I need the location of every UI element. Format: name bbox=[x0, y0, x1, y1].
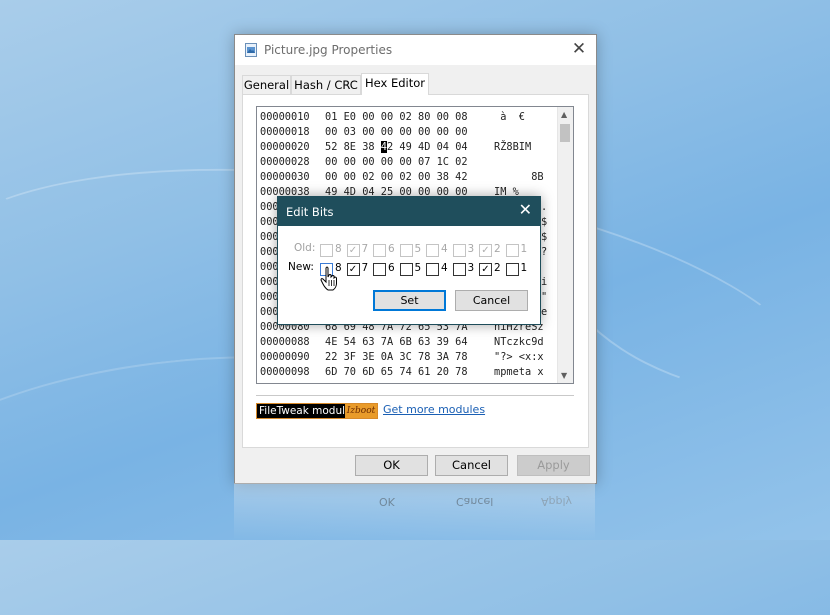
new-bit-3-checkbox[interactable] bbox=[452, 263, 466, 276]
filetweak-module-badge[interactable]: FileTweak module Izboot bbox=[256, 403, 378, 419]
hex-bytes[interactable]: 01 E0 00 00 02 80 00 08 bbox=[325, 110, 468, 125]
reflection-ok: OK bbox=[379, 495, 395, 508]
old-bit-label: 6 bbox=[388, 243, 395, 255]
old-bit-7-checkbox: ✓ bbox=[346, 244, 360, 257]
edit-bits-dialog: Edit Bits ✕ Old: New: 8 ✓ 7 6 5 4 3 ✓ 2 1 8 ✓ 7 6 5 4 3 ✓… bbox=[277, 196, 541, 325]
old-bit-2-checkbox: ✓ bbox=[479, 244, 492, 257]
hex-offset: 00000090 bbox=[260, 351, 310, 363]
dialog-titlebar[interactable]: Edit Bits ✕ bbox=[278, 197, 540, 226]
new-bit-2-checkbox[interactable]: ✓ bbox=[479, 263, 492, 276]
hex-ascii-fragment: . bbox=[541, 201, 548, 213]
hex-offset: 00000088 bbox=[260, 336, 310, 348]
old-bit-label: 7 bbox=[361, 243, 369, 255]
hex-ascii-fragment: " bbox=[541, 291, 548, 303]
new-bit-6-checkbox[interactable] bbox=[373, 263, 386, 276]
window-reflection: OK Cancel Apply bbox=[234, 483, 595, 540]
old-bit-label: 8 bbox=[335, 243, 342, 255]
ok-button[interactable]: OK bbox=[355, 455, 428, 476]
new-bit-5-checkbox[interactable] bbox=[399, 263, 413, 276]
hex-bytes[interactable]: 00 03 00 00 00 00 00 00 bbox=[325, 125, 468, 140]
old-bit-label: 2 bbox=[494, 243, 501, 255]
hex-bytes-after: 2 49 4D 04 04 bbox=[387, 141, 468, 153]
hex-ascii-fragment: $ bbox=[541, 231, 548, 243]
hex-offset: 00000018 bbox=[260, 126, 310, 138]
hex-ascii-fragment: ? bbox=[541, 246, 548, 258]
hex-bytes[interactable]: 22 3F 3E 0A 3C 78 3A 78 bbox=[325, 350, 468, 365]
old-bit-6-checkbox bbox=[373, 244, 386, 257]
image-file-icon bbox=[245, 43, 257, 57]
vertical-scrollbar[interactable]: ▲ ▼ bbox=[557, 107, 573, 383]
dialog-title: Edit Bits bbox=[286, 205, 334, 219]
scrollbar-thumb[interactable] bbox=[560, 124, 570, 142]
old-bit-label: 1 bbox=[520, 243, 528, 255]
old-bit-label: 4 bbox=[441, 243, 448, 255]
new-bit-label: 4 bbox=[441, 262, 448, 274]
hex-ascii-fragment: i bbox=[541, 276, 548, 288]
close-icon[interactable]: ✕ bbox=[570, 40, 588, 58]
hex-ascii: à € bbox=[494, 111, 525, 123]
new-bit-label: 7 bbox=[361, 262, 369, 274]
scroll-up-arrow-icon[interactable]: ▲ bbox=[561, 110, 567, 119]
reflection-apply: Apply bbox=[541, 495, 573, 508]
get-more-modules-link[interactable]: Get more modules bbox=[383, 403, 485, 417]
dialog-body: Old: New: 8 ✓ 7 6 5 4 3 ✓ 2 1 8 ✓ 7 6 5 4 3 ✓ 2 1 Set Cance… bbox=[278, 226, 540, 324]
window-title: Picture.jpg Properties bbox=[264, 43, 393, 57]
hex-ascii: mpmeta x bbox=[494, 366, 544, 378]
old-bit-label: 3 bbox=[467, 243, 475, 255]
hex-bytes[interactable]: 00 00 02 00 02 00 38 42 bbox=[325, 170, 468, 185]
new-label: New: bbox=[288, 261, 314, 273]
tab-hex-editor[interactable]: Hex Editor bbox=[361, 73, 429, 95]
hex-ascii-fragment: $ bbox=[541, 216, 548, 228]
hex-offset: 00000028 bbox=[260, 156, 310, 168]
hex-bytes[interactable]: 52 8E 38 42 49 4D 04 04 bbox=[325, 140, 468, 155]
new-bit-label: 1 bbox=[520, 262, 528, 274]
hex-ascii: 8B bbox=[494, 171, 544, 183]
hex-bytes-before: 52 8E 38 bbox=[325, 141, 381, 153]
hex-ascii: RŽ8BIM bbox=[494, 141, 532, 153]
set-button[interactable]: Set bbox=[373, 290, 446, 311]
old-bit-5-checkbox bbox=[399, 244, 413, 257]
tab-hash-crc[interactable]: Hash / CRC bbox=[291, 75, 361, 94]
dialog-cancel-button[interactable]: Cancel bbox=[455, 290, 528, 311]
hex-bytes[interactable]: 6D 70 6D 65 74 61 20 78 bbox=[325, 365, 468, 380]
badge-text: FileTweak module bbox=[259, 405, 352, 417]
cancel-button[interactable]: Cancel bbox=[435, 455, 508, 476]
hex-offset: 00000098 bbox=[260, 366, 310, 378]
old-label: Old: bbox=[294, 242, 316, 254]
new-bit-4-checkbox[interactable] bbox=[426, 263, 439, 276]
scroll-down-arrow-icon[interactable]: ▼ bbox=[561, 371, 567, 380]
reflection-cancel: Cancel bbox=[456, 495, 494, 508]
brand-logo: Izboot bbox=[345, 404, 377, 418]
hex-offset: 00000030 bbox=[260, 171, 310, 183]
hex-offset: 00000010 bbox=[260, 111, 310, 123]
window-titlebar[interactable]: Picture.jpg Properties ✕ bbox=[235, 35, 596, 65]
new-bit-label: 6 bbox=[388, 262, 395, 274]
old-bit-3-checkbox bbox=[452, 244, 466, 257]
hex-bytes[interactable]: 00 00 00 00 00 07 1C 02 bbox=[325, 155, 468, 170]
old-bit-label: 5 bbox=[414, 243, 422, 255]
divider bbox=[256, 395, 574, 396]
old-bit-4-checkbox bbox=[426, 244, 439, 257]
new-bit-label: 2 bbox=[494, 262, 501, 274]
hex-ascii: NTczkc9d bbox=[494, 336, 544, 348]
new-bit-label: 3 bbox=[467, 262, 475, 274]
hex-bytes[interactable]: 4E 54 63 7A 6B 63 39 64 bbox=[325, 335, 468, 350]
new-bit-1-checkbox[interactable] bbox=[505, 263, 519, 276]
tab-general[interactable]: General bbox=[242, 75, 291, 94]
hex-ascii: "?> <x:x bbox=[494, 351, 544, 363]
apply-button[interactable]: Apply bbox=[517, 455, 590, 476]
new-bit-7-checkbox[interactable]: ✓ bbox=[346, 263, 360, 276]
hand-pointer-icon bbox=[320, 266, 337, 291]
old-bit-8-checkbox bbox=[320, 244, 333, 257]
old-bit-1-checkbox bbox=[505, 244, 519, 257]
dialog-close-icon[interactable]: ✕ bbox=[519, 201, 532, 219]
new-bit-label: 5 bbox=[414, 262, 422, 274]
hex-ascii-fragment: e bbox=[541, 306, 548, 318]
hex-offset: 00000020 bbox=[260, 141, 310, 153]
